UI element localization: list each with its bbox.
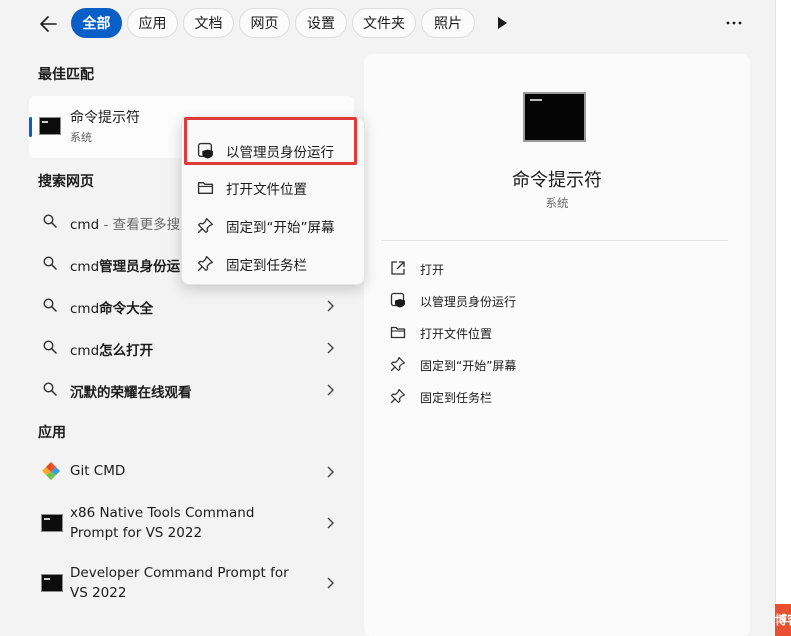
app-item-label: Git CMD xyxy=(70,463,126,479)
tab-documents[interactable]: 文档 xyxy=(183,8,234,38)
more-options-button[interactable] xyxy=(720,8,748,38)
selection-indicator xyxy=(29,117,32,137)
divider xyxy=(381,240,728,241)
web-result-query: cmd xyxy=(70,217,100,233)
highlight-box xyxy=(184,117,357,165)
action-label: 以管理员身份运行 xyxy=(420,295,517,309)
pin-icon xyxy=(390,388,406,404)
action-label: 固定到“开始”屏幕 xyxy=(420,359,517,373)
back-arrow-icon xyxy=(40,16,57,32)
git-icon xyxy=(42,462,60,480)
app-item-label: Prompt for VS 2022 xyxy=(70,525,203,541)
web-result-row[interactable]: cmd怎么打开 xyxy=(29,328,354,368)
tab-all[interactable]: 全部 xyxy=(71,8,122,38)
best-match-subtitle: 系统 xyxy=(70,131,92,144)
web-result-query: cmd xyxy=(70,259,100,275)
app-item-label: VS 2022 xyxy=(70,585,127,601)
detail-title: 命令提示符 xyxy=(512,170,602,191)
pin-icon xyxy=(197,217,214,234)
shield-icon xyxy=(390,292,405,308)
chevron-right-icon[interactable] xyxy=(326,577,334,589)
more-icon xyxy=(726,21,742,25)
folder-icon xyxy=(390,326,406,339)
apps-heading: 应用 xyxy=(38,425,66,441)
play-icon xyxy=(498,17,507,29)
tab-folders[interactable]: 文件夹 xyxy=(352,8,416,38)
tab-settings[interactable]: 设置 xyxy=(295,8,347,38)
web-search-heading: 搜索网页 xyxy=(38,174,94,190)
search-icon xyxy=(43,214,57,228)
search-icon xyxy=(43,256,57,270)
web-result-suggestion: 怎么打开 xyxy=(99,343,154,359)
chevron-right-icon[interactable] xyxy=(326,466,334,478)
menu-item-open-file-location[interactable]: 打开文件位置 xyxy=(182,169,366,205)
best-match-heading: 最佳匹配 xyxy=(38,67,94,83)
web-result-suggestion: 沉默的荣耀在线观看 xyxy=(70,385,192,401)
app-item-label: x86 Native Tools Command xyxy=(70,505,255,521)
web-result-suggestion: 管理员身份运 xyxy=(99,259,181,275)
web-result-hint: - 查看更多搜索 xyxy=(99,217,194,233)
web-result-query: cmd xyxy=(70,343,100,359)
menu-item-label: 打开文件位置 xyxy=(226,182,307,198)
menu-item-pin-to-taskbar[interactable]: 固定到任务栏 xyxy=(182,245,366,281)
scrollbar[interactable] xyxy=(775,0,791,604)
chevron-right-icon[interactable] xyxy=(326,342,334,354)
folder-icon xyxy=(197,182,214,195)
action-open[interactable]: 打开 xyxy=(390,258,730,282)
cmd-icon xyxy=(41,514,63,532)
app-item-x86-native-tools[interactable]: x86 Native Tools Command Prompt for VS 2… xyxy=(29,500,354,548)
web-result-row[interactable]: 沉默的荣耀在线观看 xyxy=(29,370,354,410)
search-window: 全部 应用 文档 网页 设置 文件夹 照片 最佳匹配 命令提示符 系统 搜索网页… xyxy=(0,0,775,636)
chevron-right-icon[interactable] xyxy=(326,384,334,396)
tab-photos[interactable]: 照片 xyxy=(421,8,475,38)
cmd-icon xyxy=(41,574,63,592)
tab-web[interactable]: 网页 xyxy=(239,8,290,38)
cmd-large-icon xyxy=(523,92,586,142)
action-label: 打开文件位置 xyxy=(420,327,493,341)
cmd-icon xyxy=(39,117,61,135)
web-result-suggestion: 命令大全 xyxy=(99,301,154,317)
search-icon xyxy=(43,298,57,312)
more-filters-button[interactable] xyxy=(488,8,516,38)
app-item-git-cmd[interactable]: Git CMD xyxy=(29,452,354,492)
pin-icon xyxy=(390,356,406,372)
back-button[interactable] xyxy=(32,8,64,40)
action-pin-to-start[interactable]: 固定到“开始”屏幕 xyxy=(390,354,730,378)
app-item-developer-command-prompt[interactable]: Developer Command Prompt for VS 2022 xyxy=(29,560,354,608)
menu-item-label: 固定到任务栏 xyxy=(226,258,307,274)
menu-item-label: 固定到“开始”屏幕 xyxy=(226,220,335,236)
filter-bar: 全部 应用 文档 网页 设置 文件夹 照片 xyxy=(0,0,775,46)
action-label: 打开 xyxy=(420,263,445,277)
corner-badge: 博客 xyxy=(775,604,791,636)
action-pin-to-taskbar[interactable]: 固定到任务栏 xyxy=(390,386,730,410)
action-label: 固定到任务栏 xyxy=(420,391,493,405)
action-open-file-location[interactable]: 打开文件位置 xyxy=(390,322,730,346)
chevron-right-icon[interactable] xyxy=(326,300,334,312)
tab-apps[interactable]: 应用 xyxy=(127,8,178,38)
search-icon xyxy=(43,340,57,354)
open-icon xyxy=(391,261,405,275)
menu-item-pin-to-start[interactable]: 固定到“开始”屏幕 xyxy=(182,207,366,243)
pin-icon xyxy=(197,255,214,272)
web-result-row[interactable]: cmd命令大全 xyxy=(29,286,354,326)
web-result-query: cmd xyxy=(70,301,100,317)
best-match-title: 命令提示符 xyxy=(70,110,140,126)
detail-subtitle: 系统 xyxy=(545,196,569,210)
search-icon xyxy=(43,382,57,396)
chevron-right-icon[interactable] xyxy=(326,517,334,529)
action-run-as-admin[interactable]: 以管理员身份运行 xyxy=(390,290,730,314)
app-item-label: Developer Command Prompt for xyxy=(70,565,289,581)
